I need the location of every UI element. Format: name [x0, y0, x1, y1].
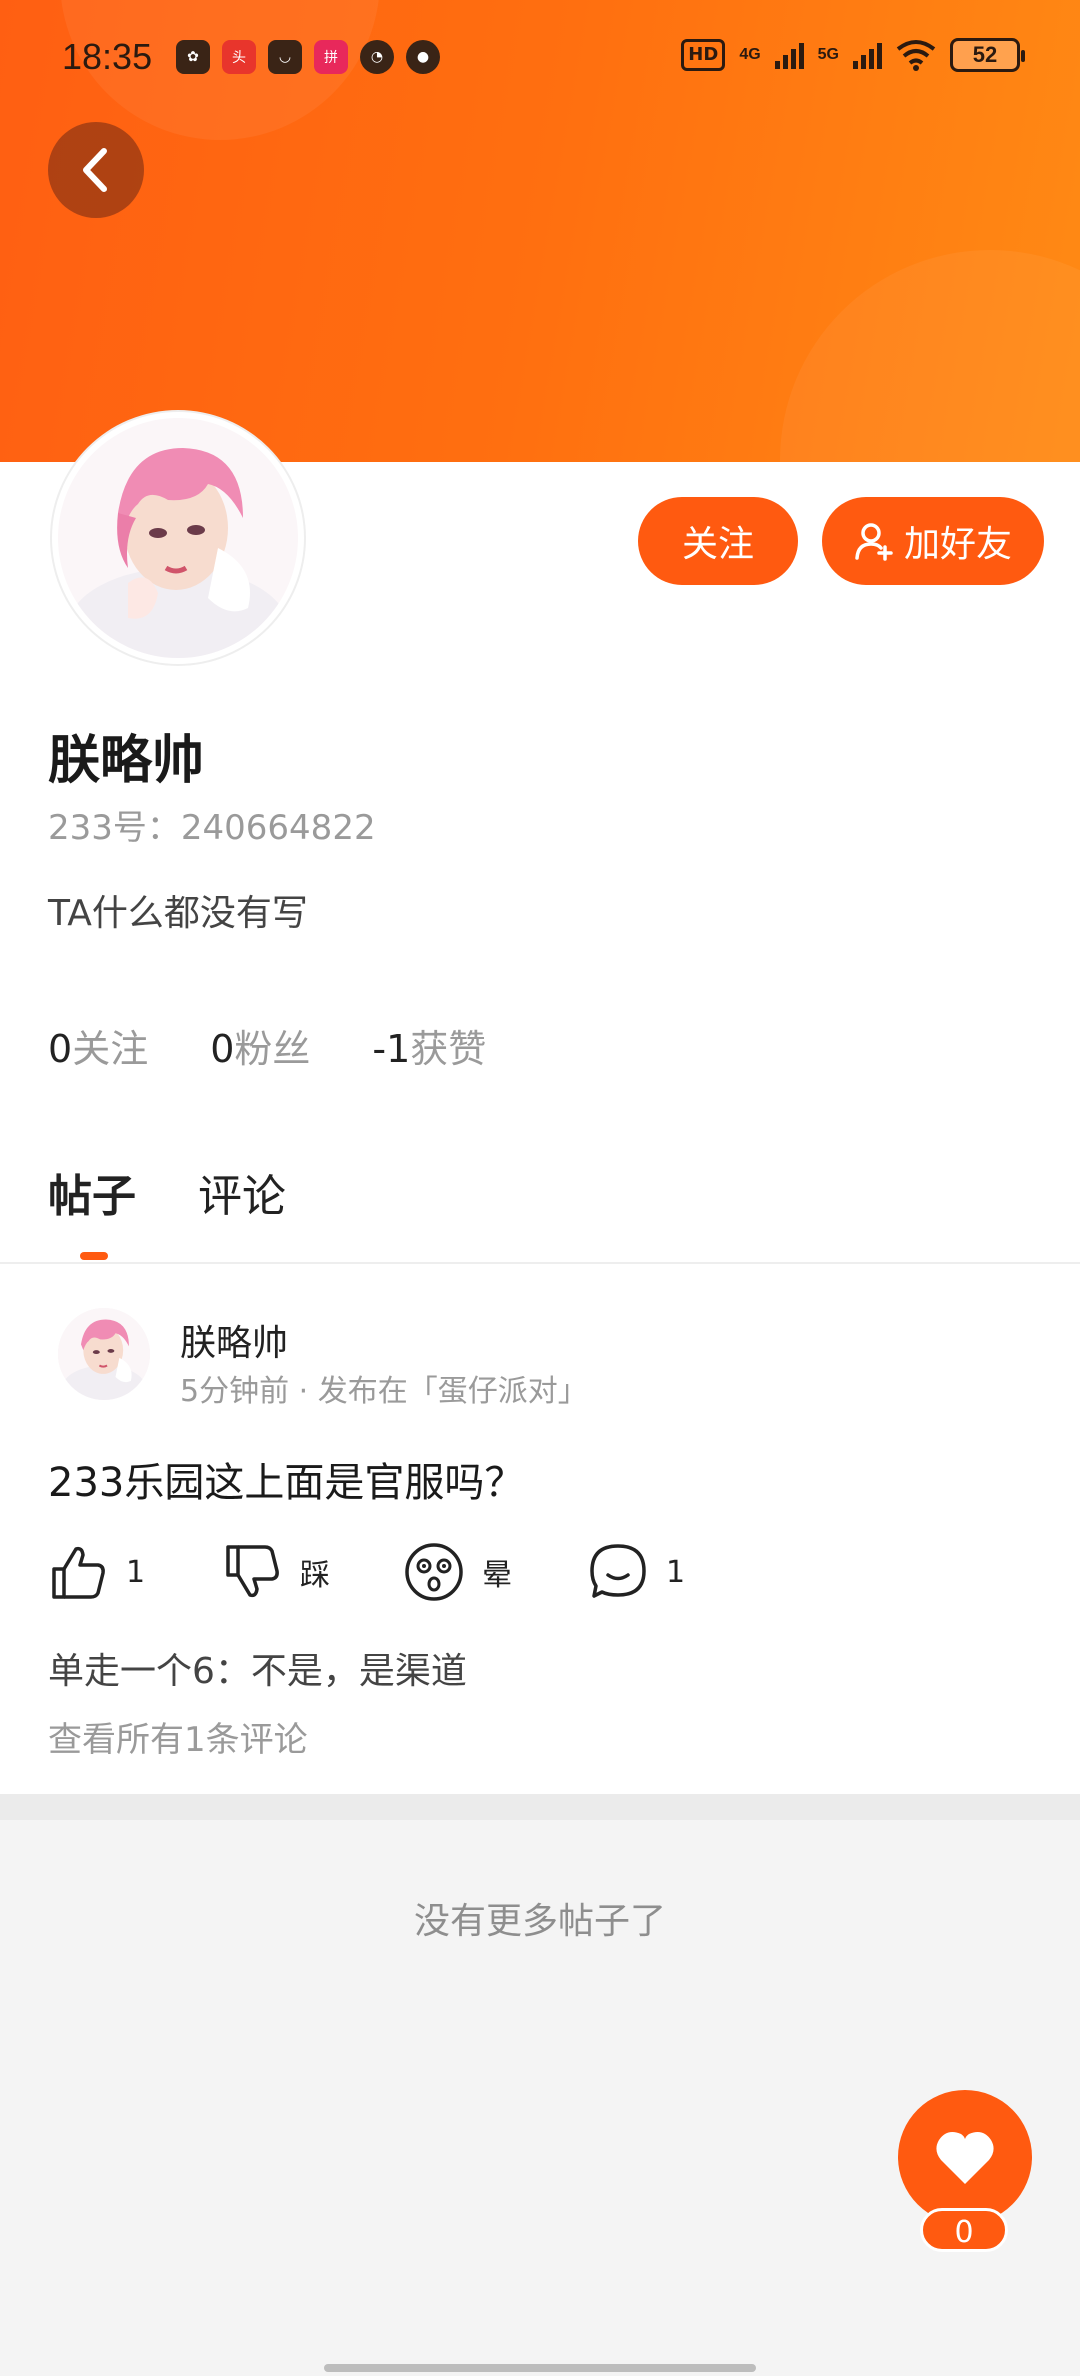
dizzy-label: 晕: [482, 1558, 512, 1593]
dislike-label: 踩: [300, 1558, 330, 1593]
like-count: 1: [126, 1554, 146, 1590]
stat-label: 粉丝: [234, 1027, 311, 1071]
tab-posts[interactable]: 帖子: [48, 1160, 136, 1224]
view-all-comments-link[interactable]: 查看所有1条评论: [48, 1712, 308, 1761]
stat-number: -1: [372, 1027, 411, 1071]
stat-number: 0: [210, 1027, 235, 1071]
post-author-name[interactable]: 朕略帅: [180, 1314, 288, 1366]
stat-likes[interactable]: -1获赞: [372, 1018, 486, 1073]
post-meta: 5分钟前 · 发布在「蛋仔派对」: [180, 1374, 588, 1409]
dizzy-button[interactable]: 晕: [404, 1538, 512, 1606]
thumbs-up-icon: [52, 1546, 105, 1599]
avatar-illustration: [58, 1308, 150, 1400]
stat-followers[interactable]: 0粉丝: [210, 1018, 310, 1073]
stat-number: 0: [48, 1027, 73, 1071]
back-button[interactable]: [48, 122, 144, 218]
pinduoduo-icon: 拼: [314, 40, 348, 74]
status-bar: 18:35 ✿ 头 ◡ 拼 ◔ ● HD 4G 5G 52: [0, 0, 1080, 120]
thumbs-down-icon: [226, 1545, 279, 1598]
follow-button-label: 关注: [681, 524, 754, 565]
profile-name: 朕略帅: [48, 731, 205, 791]
status-indicators: HD 4G 5G 52: [681, 38, 1025, 72]
like-button[interactable]: 1: [50, 1538, 145, 1606]
notification-icons: ✿ 头 ◡ 拼 ◔ ●: [176, 40, 440, 74]
toutiao-icon: 头: [222, 40, 256, 74]
comment-icon: [590, 1544, 646, 1598]
profile-like-count: 0: [920, 2208, 1008, 2252]
signal-icon: [774, 41, 804, 69]
wifi-icon: [896, 40, 936, 71]
add-friend-label: 加好友: [903, 524, 1012, 565]
tab-comments[interactable]: 评论: [198, 1160, 286, 1224]
post-author-avatar[interactable]: [58, 1308, 150, 1400]
profile-uid: 233号：240664822: [48, 808, 376, 848]
add-friend-button[interactable]: 加好友: [822, 497, 1044, 585]
app-notification-icon: ✿: [176, 40, 210, 74]
banner-decoration: [780, 250, 1080, 462]
stat-label: 获赞: [410, 1027, 487, 1071]
chevron-left-icon: [83, 148, 107, 192]
no-more-posts-text: 没有更多帖子了: [413, 1901, 666, 1942]
post-actions: 1 踩 晕 1: [50, 1538, 1050, 1606]
post-title[interactable]: 233乐园这上面是官服吗？: [48, 1450, 524, 1508]
tab-indicator: [80, 1252, 108, 1260]
speed-icon: ◔: [360, 40, 394, 74]
add-user-icon: [855, 523, 893, 561]
profile-tabs: 帖子 评论: [48, 1160, 286, 1224]
avatar-illustration: [58, 418, 298, 658]
comment-button[interactable]: 1: [588, 1538, 685, 1606]
follow-button[interactable]: 关注: [638, 497, 798, 585]
dislike-button[interactable]: 踩: [224, 1538, 330, 1606]
heart-icon: [936, 2132, 994, 2184]
signal-icon: [853, 41, 882, 69]
dizzy-face-icon: [405, 1543, 463, 1601]
network-4g-label: 4G: [739, 46, 761, 63]
network-5g-label: 5G: [817, 46, 839, 63]
comment-preview[interactable]: 单走一个6：不是，是渠道: [48, 1642, 467, 1694]
comment-count: 1: [666, 1554, 686, 1590]
stat-label: 关注: [72, 1027, 149, 1071]
home-indicator[interactable]: [324, 2364, 756, 2372]
stat-following[interactable]: 0关注: [48, 1018, 148, 1073]
avatar[interactable]: [52, 412, 304, 664]
profile-bio: TA什么都没有写: [48, 893, 308, 934]
message-icon: ●: [406, 40, 440, 74]
taobao-icon: ◡: [268, 40, 302, 74]
battery-icon: 52: [950, 38, 1025, 72]
section-separator: [0, 1794, 1080, 1820]
hd-icon: HD: [681, 39, 726, 71]
profile-stats: 0关注 0粉丝 -1获赞: [48, 1018, 486, 1073]
like-profile-button[interactable]: [898, 2090, 1032, 2224]
status-time: 18:35: [62, 36, 153, 77]
